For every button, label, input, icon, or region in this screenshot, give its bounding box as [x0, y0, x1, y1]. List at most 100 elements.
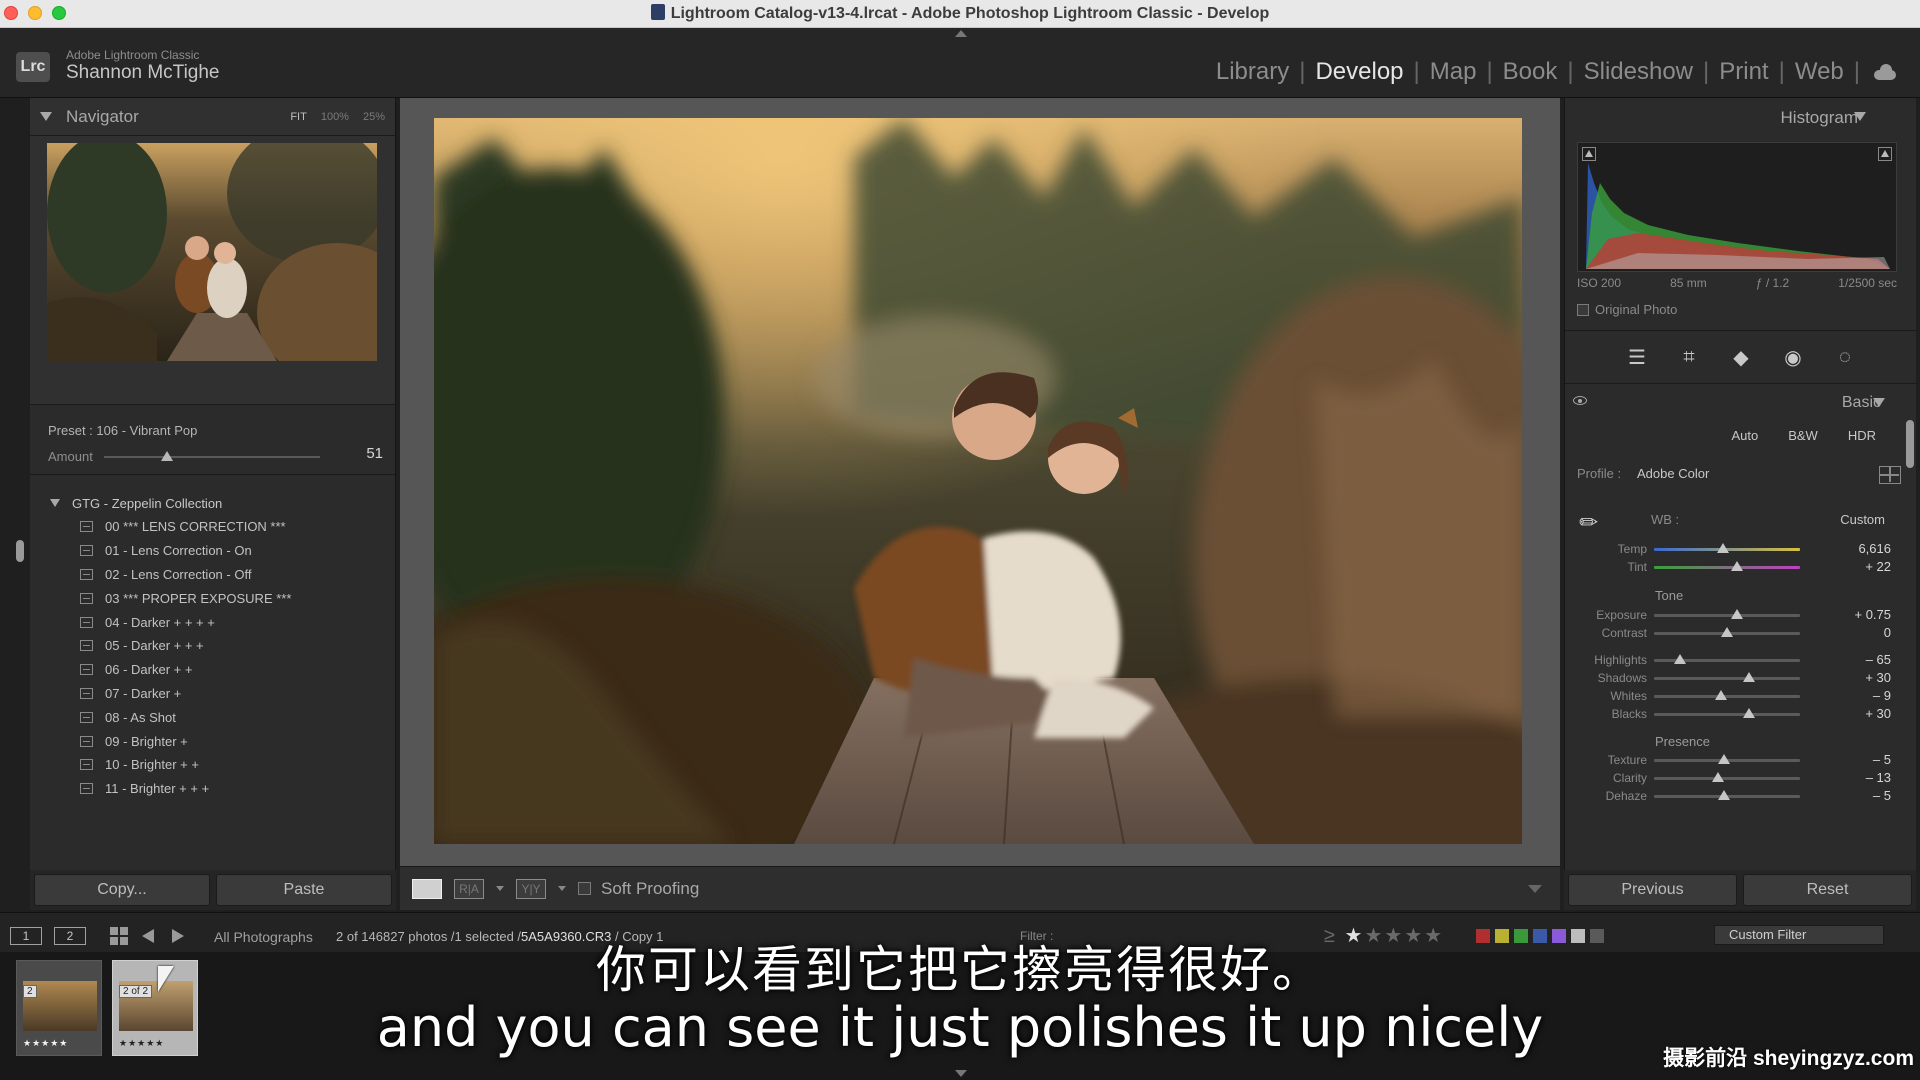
slider-value[interactable]: – 5 [1873, 752, 1891, 767]
collapse-triangle-icon[interactable] [1854, 112, 1866, 121]
histogram-header[interactable]: Histogram [1565, 98, 1916, 136]
red-eye-icon[interactable]: ◉ [1780, 344, 1806, 370]
profile-dropdown[interactable]: Adobe Color [1637, 466, 1709, 481]
slider-value[interactable]: – 65 [1866, 652, 1891, 667]
preset-item[interactable]: 11 - Brighter + + + [30, 777, 395, 801]
top-panel-toggle-icon[interactable] [955, 30, 967, 37]
preset-item[interactable]: 03 *** PROPER EXPOSURE *** [30, 586, 395, 610]
loupe-view-button[interactable] [412, 878, 442, 899]
healing-eraser-icon[interactable]: ◆ [1728, 344, 1754, 370]
slider-thumb[interactable] [1718, 754, 1731, 764]
slider-track[interactable] [1654, 566, 1800, 569]
preset-item[interactable]: 09 - Brighter + [30, 729, 395, 753]
preset-group-header[interactable]: GTG - Zeppelin Collection [30, 491, 395, 515]
slider-thumb[interactable] [1731, 609, 1744, 619]
reset-button[interactable]: Reset [1743, 874, 1912, 906]
slider-value[interactable]: 6,616 [1858, 541, 1891, 556]
original-photo-checkbox[interactable] [1577, 303, 1589, 316]
preset-item[interactable]: 02 - Lens Correction - Off [30, 563, 395, 587]
zoom-25[interactable]: 25% [363, 111, 385, 123]
slider-thumb[interactable] [1718, 790, 1731, 800]
basic-panel-header[interactable]: Basic [1565, 388, 1917, 416]
slider-value[interactable]: + 30 [1865, 706, 1891, 721]
slider-track[interactable] [1654, 614, 1800, 617]
wb-dropdown[interactable]: Custom [1840, 512, 1885, 527]
develop-tool-strip: ☰ ⌗ ◆ ◉ ◌ [1565, 330, 1917, 384]
collapse-triangle-icon[interactable] [1873, 398, 1885, 407]
preset-item[interactable]: 05 - Darker + + + [30, 634, 395, 658]
amount-slider-track[interactable] [104, 456, 320, 458]
bw-button[interactable]: B&W [1782, 424, 1824, 447]
paste-settings-button[interactable]: Paste [216, 874, 392, 906]
slider-value[interactable]: 0 [1884, 625, 1891, 640]
slider-thumb[interactable] [1674, 654, 1687, 664]
slider-track[interactable] [1654, 677, 1800, 680]
wb-eyedropper-icon[interactable]: ✎ [1574, 495, 1625, 546]
histogram[interactable] [1577, 142, 1897, 272]
module-develop[interactable]: Develop [1305, 58, 1413, 86]
main-photo[interactable] [434, 118, 1522, 844]
slider-thumb[interactable] [1742, 708, 1755, 718]
slider-value[interactable]: – 13 [1866, 770, 1891, 785]
navigator-preview[interactable] [47, 143, 377, 361]
bottom-panel-toggle-icon[interactable] [955, 1070, 967, 1077]
slider-value[interactable]: + 0.75 [1854, 607, 1891, 622]
tone-section-label: Tone [1655, 588, 1684, 603]
soft-proofing-checkbox[interactable] [578, 882, 591, 895]
collapse-triangle-icon[interactable] [40, 112, 52, 121]
edit-sliders-icon[interactable]: ☰ [1624, 344, 1650, 370]
zoom-fit[interactable]: FIT [290, 111, 307, 123]
slider-value[interactable]: + 30 [1865, 670, 1891, 685]
eye-icon[interactable] [1573, 396, 1587, 405]
hdr-button[interactable]: HDR [1842, 424, 1882, 447]
slider-thumb[interactable] [1742, 672, 1755, 682]
slider-value[interactable]: – 9 [1873, 688, 1891, 703]
slider-value[interactable]: + 22 [1865, 559, 1891, 574]
preset-item[interactable]: 10 - Brighter + + [30, 753, 395, 777]
before-after-lr-button[interactable]: R|A [454, 878, 484, 899]
module-web[interactable]: Web [1785, 58, 1854, 86]
slider-track[interactable] [1654, 777, 1800, 780]
slider-thumb[interactable] [1721, 627, 1733, 637]
preset-item[interactable]: 06 - Darker + + [30, 658, 395, 682]
chevron-down-icon[interactable] [558, 886, 566, 891]
original-photo-toggle[interactable]: Original Photo [1577, 302, 1677, 317]
slider-value[interactable]: – 5 [1873, 788, 1891, 803]
shadow-clipping-icon[interactable] [1582, 147, 1596, 161]
toolbar-options-chevron-icon[interactable] [1528, 884, 1542, 893]
slider-thumb[interactable] [1712, 772, 1725, 782]
module-print[interactable]: Print [1709, 58, 1778, 86]
preset-item[interactable]: 01 - Lens Correction - On [30, 539, 395, 563]
preset-item[interactable]: 00 *** LENS CORRECTION *** [30, 515, 395, 539]
module-slideshow[interactable]: Slideshow [1574, 58, 1703, 86]
chevron-down-icon[interactable] [496, 886, 504, 891]
preset-item[interactable]: 07 - Darker + [30, 682, 395, 706]
presets-panel: GTG - Zeppelin Collection 00 *** LENS CO… [30, 475, 395, 822]
profile-browser-grid-icon[interactable] [1879, 466, 1901, 484]
collapse-triangle-icon[interactable] [50, 499, 60, 507]
preset-item[interactable]: 04 - Darker + + + + [30, 610, 395, 634]
zoom-100[interactable]: 100% [321, 111, 349, 123]
navigator-header[interactable]: Navigator FIT 100% 25% [30, 98, 395, 136]
slider-thumb[interactable] [1731, 561, 1744, 571]
slider-track[interactable] [1654, 713, 1800, 716]
preset-item-label: 02 - Lens Correction - Off [105, 566, 252, 582]
before-after-swap-button[interactable]: Y|Y [516, 878, 546, 899]
amount-slider-thumb[interactable] [160, 451, 173, 461]
module-library[interactable]: Library [1206, 58, 1299, 86]
amount-value[interactable]: 51 [366, 445, 383, 462]
masking-icon[interactable]: ◌ [1832, 344, 1858, 370]
preset-item[interactable]: 08 - As Shot [30, 705, 395, 729]
cloud-sync-icon[interactable] [1872, 64, 1898, 80]
module-book[interactable]: Book [1493, 58, 1568, 86]
crop-icon[interactable]: ⌗ [1676, 344, 1702, 370]
previous-button[interactable]: Previous [1568, 874, 1737, 906]
auto-button[interactable]: Auto [1725, 424, 1764, 447]
slider-thumb[interactable] [1716, 543, 1729, 553]
copy-settings-button[interactable]: Copy... [34, 874, 210, 906]
right-panel-scrollbar[interactable] [1906, 420, 1914, 468]
slider-thumb[interactable] [1715, 690, 1728, 700]
module-map[interactable]: Map [1420, 58, 1487, 86]
highlight-clipping-icon[interactable] [1878, 147, 1892, 161]
left-panel-scrollbar[interactable] [16, 540, 24, 562]
